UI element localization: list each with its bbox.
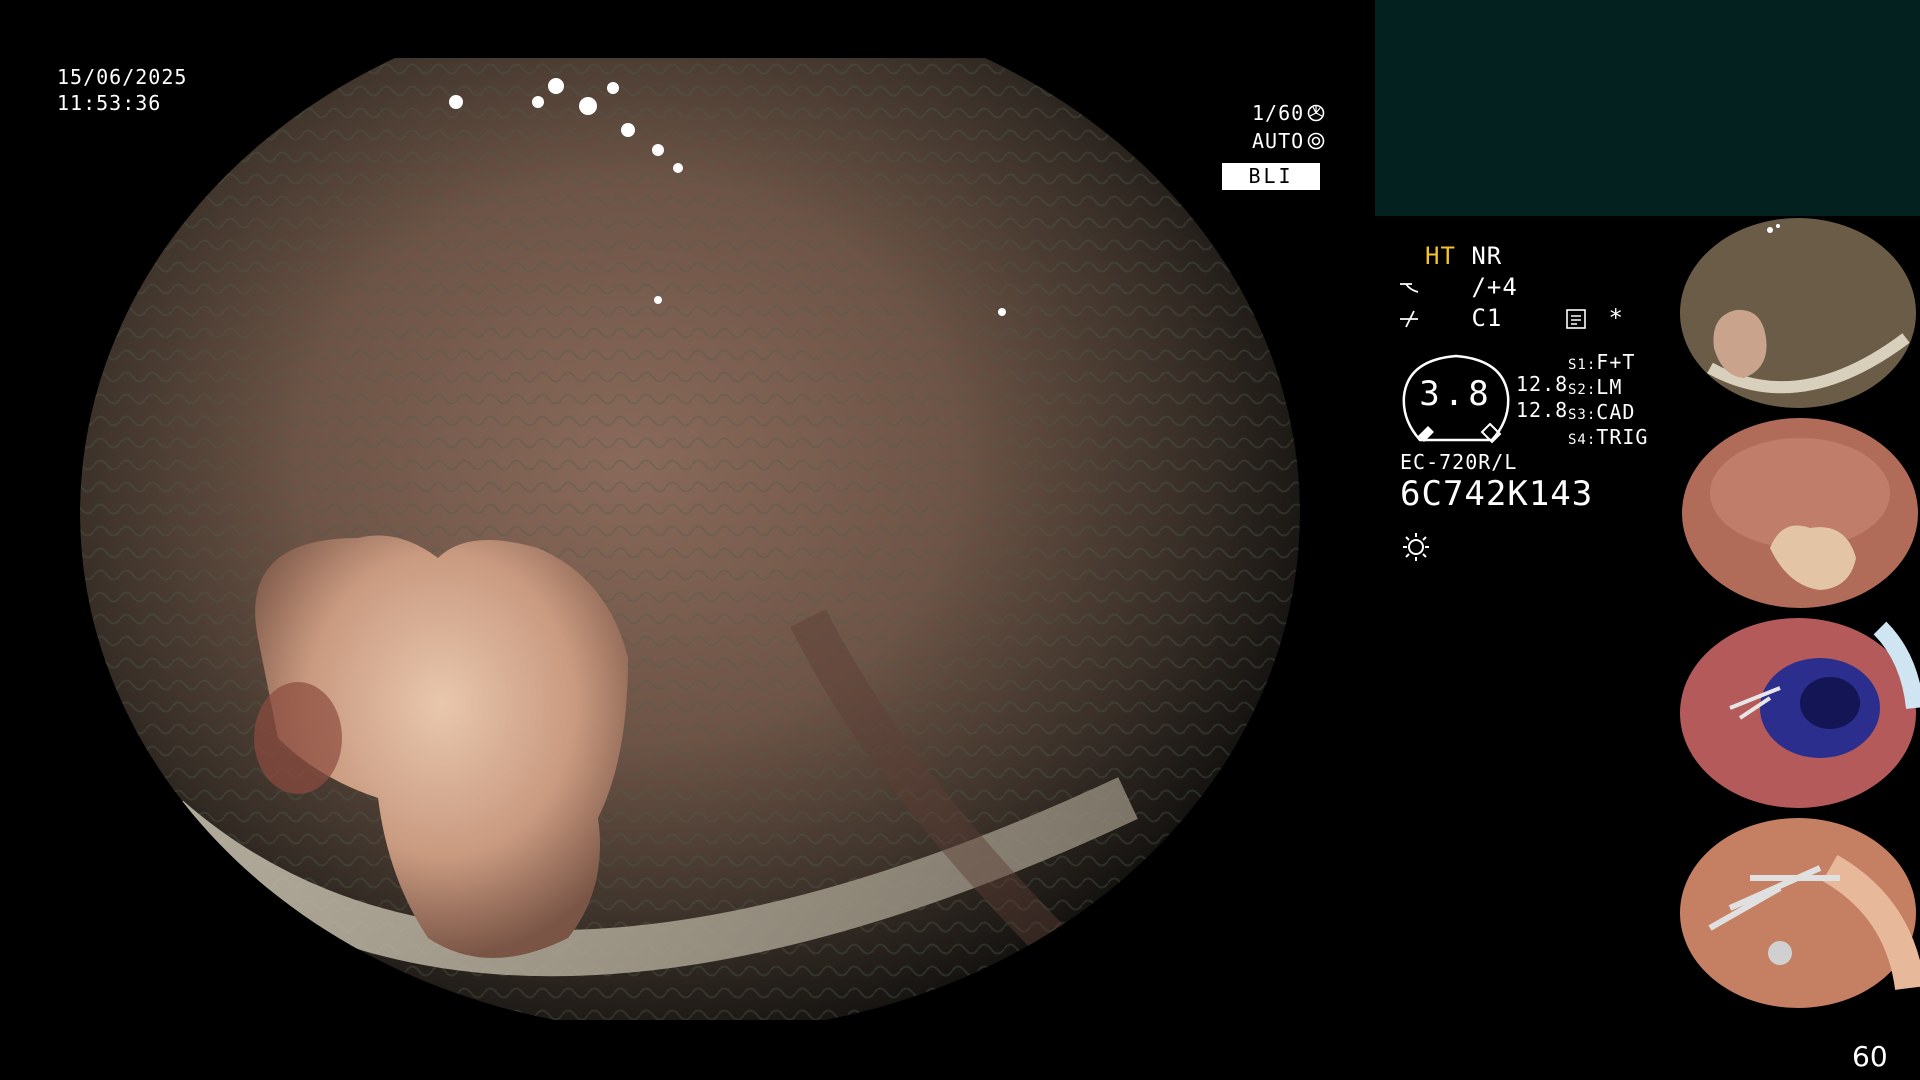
color-value: C1 <box>1471 304 1503 332</box>
thumb-clips[interactable] <box>1670 818 1920 1012</box>
iris-mode: AUTO <box>1252 129 1305 153</box>
nr-label: NR <box>1471 242 1503 270</box>
thumb-polyp-bli[interactable] <box>1670 218 1920 412</box>
datetime: 15/06/2025 11:53:36 <box>57 64 187 116</box>
bli-mode-badge: BLI <box>1222 163 1320 190</box>
s3-key: S3: <box>1568 407 1597 423</box>
switch-s3: S3:CAD <box>1568 400 1635 424</box>
switch-s2: S2:LM <box>1568 375 1622 399</box>
light-icon <box>1400 530 1432 566</box>
ht-nr-row: HT NR <box>1425 242 1502 270</box>
enhance-icon <box>1400 283 1419 293</box>
s2-key: S2: <box>1568 382 1597 398</box>
color-icon <box>1400 310 1418 328</box>
scope-gauge: 3.8 <box>1400 350 1512 446</box>
enhance-value: /+4 <box>1471 273 1518 301</box>
left-value-1: 12.8 <box>1516 372 1569 396</box>
page-number: 60 <box>1852 1040 1888 1073</box>
color-row: C1 <box>1398 304 1502 332</box>
shutter-icon <box>1307 104 1325 122</box>
asterisk-marker: * <box>1608 304 1624 332</box>
s2-value: LM <box>1596 375 1623 399</box>
scope-serial: 6C742K143 <box>1400 474 1594 514</box>
record-icon <box>1566 309 1586 329</box>
shutter-row: 1/60 <box>1252 99 1325 127</box>
s1-key: S1: <box>1568 357 1597 373</box>
info-panel-blank <box>1375 0 1920 216</box>
endoscope-main-view <box>68 58 1312 1020</box>
s4-value: TRIG <box>1596 425 1649 449</box>
date-text: 15/06/2025 <box>57 65 188 89</box>
thumb-injection-blue[interactable] <box>1670 618 1920 812</box>
thumb-polyp-white-light[interactable] <box>1670 418 1920 612</box>
shutter-speed: 1/60 <box>1252 101 1305 125</box>
gauge-value: 3.8 <box>1419 374 1493 414</box>
time-text: 11:53:36 <box>57 91 162 115</box>
s1-value: F+T <box>1596 350 1636 374</box>
switch-s4: S4:TRIG <box>1568 425 1648 449</box>
left-value-2: 12.8 <box>1516 398 1569 422</box>
exposure-info: 1/60 AUTO <box>1252 99 1325 155</box>
endoscope-image <box>68 58 1312 1020</box>
scope-model: EC-720R/L <box>1400 450 1518 474</box>
record-row: * <box>1565 304 1624 332</box>
ht-label: HT <box>1425 242 1456 270</box>
switch-s1: S1:F+T <box>1568 350 1635 374</box>
s3-value: CAD <box>1596 400 1636 424</box>
s4-key: S4: <box>1568 432 1597 448</box>
iris-row: AUTO <box>1252 127 1325 155</box>
enhance-row: /+4 <box>1398 273 1518 301</box>
iris-icon <box>1307 132 1325 150</box>
